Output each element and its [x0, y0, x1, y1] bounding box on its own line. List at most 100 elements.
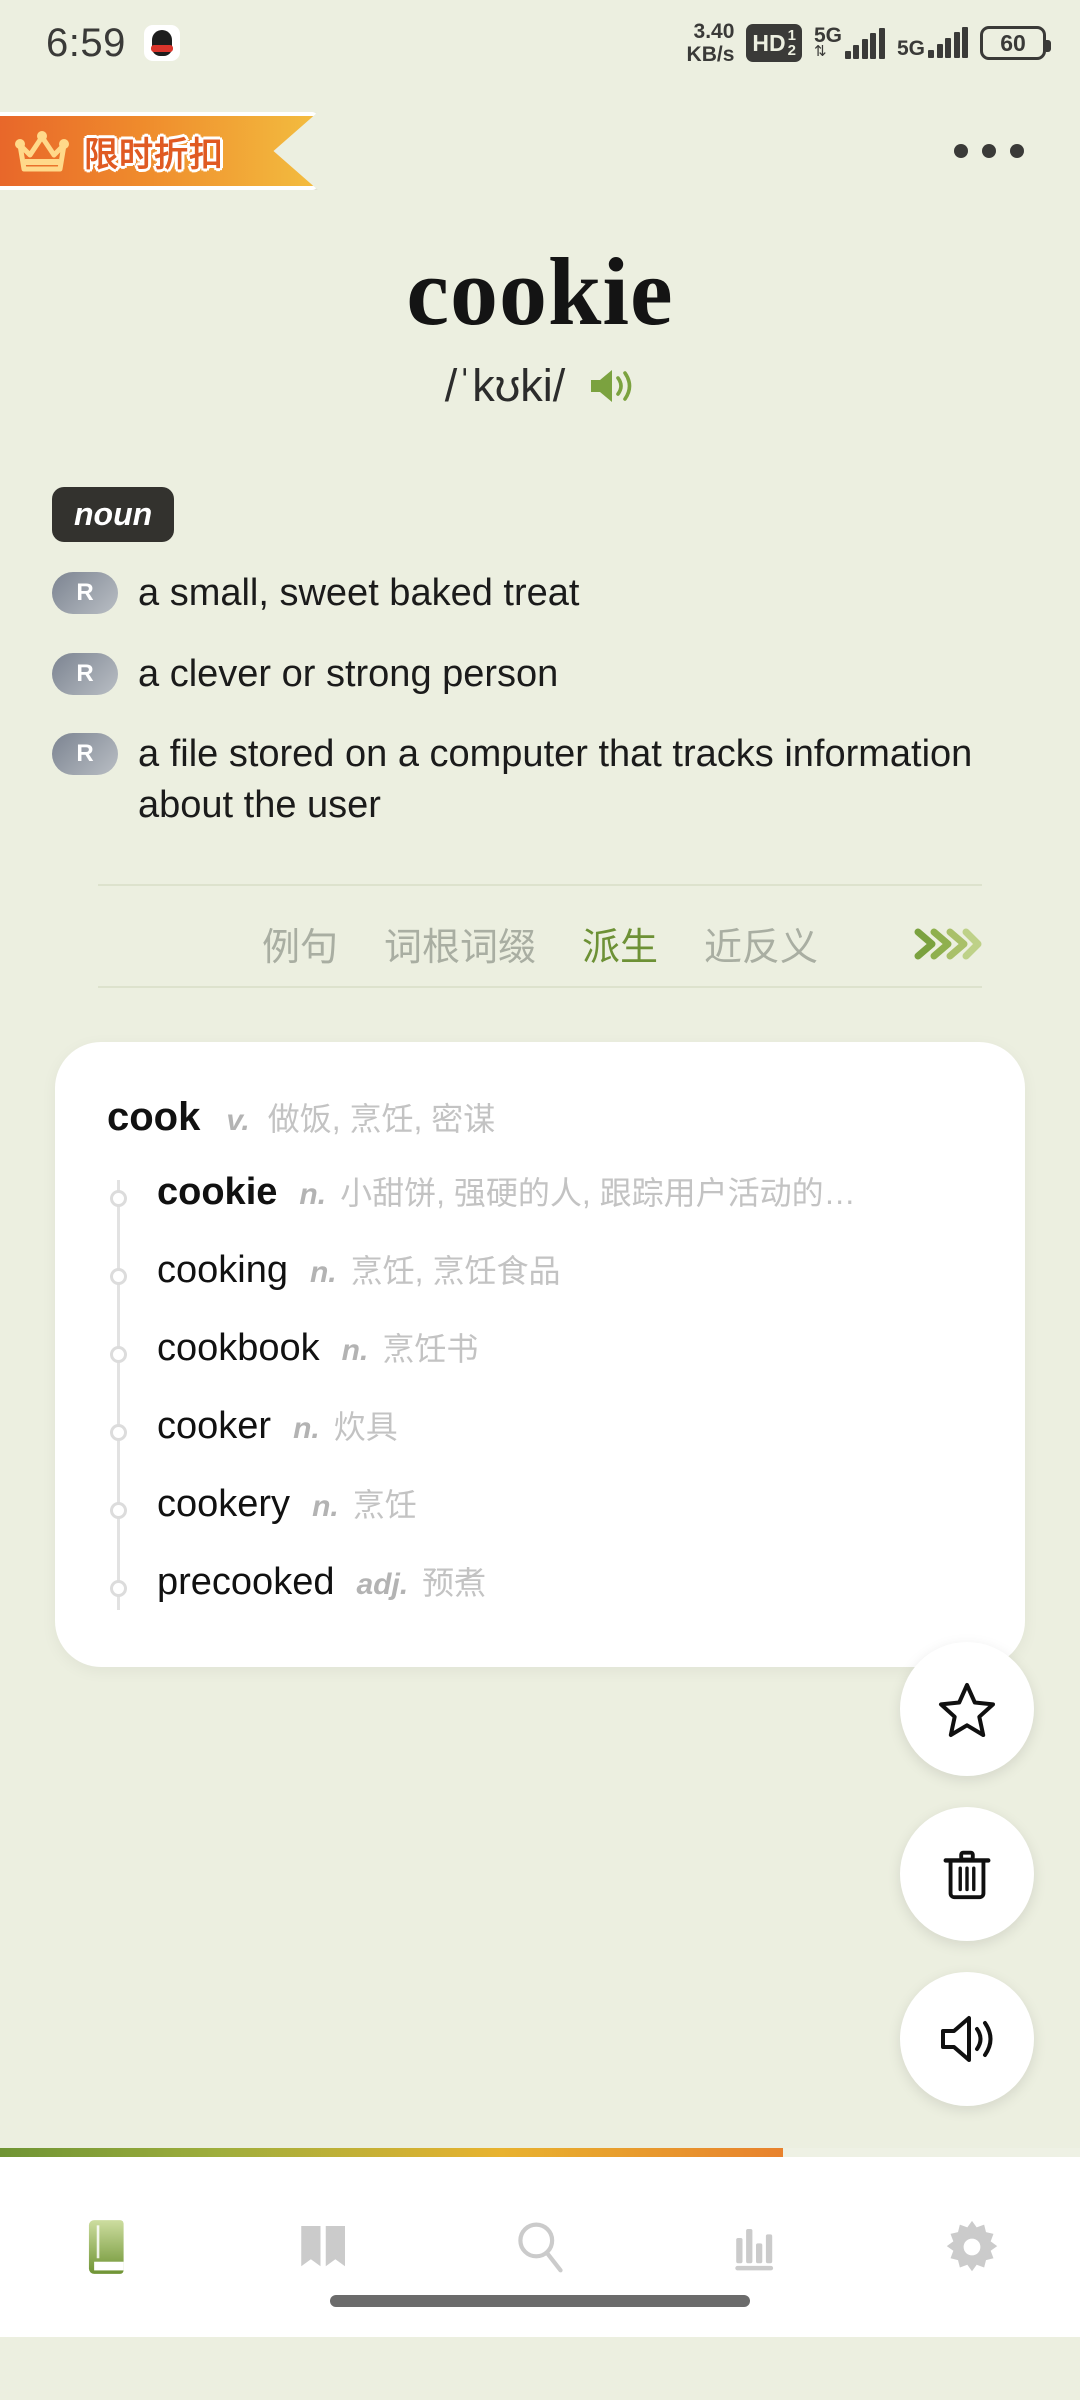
- status-bar-right: 3.40 KB/s HD 1 2 5G ⇅ 5G 60: [687, 20, 1051, 66]
- trash-icon: [943, 1850, 991, 1900]
- favorite-button[interactable]: [900, 1642, 1034, 1776]
- timeline-dot-icon: [110, 1424, 127, 1441]
- nav-reading[interactable]: [254, 2187, 394, 2307]
- pronounce-button[interactable]: [900, 1972, 1034, 2106]
- timeline-dot-icon: [110, 1190, 127, 1207]
- tabs-top-divider: [98, 884, 982, 886]
- page-title: cookie: [406, 238, 674, 345]
- family-definition: 烹饪: [352, 1487, 417, 1523]
- green-book-icon: [88, 2220, 124, 2274]
- nav-statistics[interactable]: [686, 2187, 826, 2307]
- family-pos: n.: [299, 1178, 327, 1211]
- word-family-item[interactable]: cookie n. 小甜饼, 强硬的人, 跟踪用户活动的…: [110, 1168, 985, 1246]
- speaker-icon[interactable]: [587, 364, 635, 408]
- delete-button[interactable]: [900, 1807, 1034, 1941]
- family-pos: n.: [309, 1256, 337, 1289]
- more-horizontal-icon[interactable]: [940, 130, 1038, 172]
- family-word: precooked: [157, 1561, 335, 1603]
- timeline-dot-icon: [110, 1580, 127, 1597]
- family-word: cookbook: [157, 1327, 320, 1369]
- phonetic-row: /ˈkʊki/: [0, 360, 1080, 412]
- nav-search[interactable]: [470, 2187, 610, 2307]
- open-book-icon: [301, 2226, 345, 2267]
- gear-icon: [946, 2220, 998, 2272]
- status-bar-left: 6:59: [46, 21, 180, 66]
- battery-percent: 60: [1000, 29, 1026, 56]
- hd-sim-bottom: 2: [787, 42, 796, 59]
- family-definition: 烹饪, 烹饪食品: [350, 1253, 561, 1289]
- hd-voice-icon: HD 1 2: [746, 24, 802, 62]
- family-definition: 炊具: [333, 1409, 398, 1445]
- word-family-item[interactable]: precooked adj. 预煮: [110, 1558, 985, 1636]
- network-speed: 3.40 KB/s: [687, 20, 735, 66]
- family-definition: 预煮: [422, 1565, 487, 1601]
- family-pos: n.: [341, 1334, 369, 1367]
- definition-item[interactable]: R a file stored on a computer that track…: [52, 729, 1012, 830]
- rank-badge: R: [52, 652, 118, 695]
- battery-icon: 60: [980, 26, 1051, 60]
- tab-bar: 例句 词根词缀 派生 近反义: [98, 900, 982, 986]
- nav-wordbook[interactable]: [38, 2187, 178, 2307]
- network-speed-value: 3.40: [693, 20, 735, 43]
- definition-text: a clever or strong person: [138, 652, 559, 695]
- network-speed-unit: KB/s: [686, 43, 735, 66]
- family-pos: adj.: [356, 1568, 409, 1601]
- status-time: 6:59: [46, 20, 126, 65]
- hd-sim-top: 1: [787, 27, 796, 44]
- family-pos: n.: [293, 1412, 320, 1445]
- sim2-signal-icon: 5G: [896, 27, 968, 60]
- tabs-bottom-divider: [98, 986, 982, 988]
- root-word: cook: [107, 1095, 201, 1139]
- tab-example-sentences[interactable]: 例句: [262, 916, 338, 971]
- rank-badge: R: [52, 733, 118, 776]
- family-word: cookery: [157, 1483, 291, 1525]
- word-family-item[interactable]: cookbook n. 烹饪书: [110, 1324, 985, 1402]
- nav-settings[interactable]: [902, 2187, 1042, 2307]
- bottom-navigation: [0, 2157, 1080, 2337]
- bar-chart-icon: [735, 2229, 774, 2271]
- speaker-icon: [941, 2016, 993, 2062]
- data-transfer-icon: ⇅: [813, 43, 827, 60]
- tab-roots-affixes[interactable]: 词根词缀: [384, 916, 536, 971]
- timeline-dot-icon: [110, 1502, 127, 1519]
- promo-label: 限时折扣: [84, 135, 224, 174]
- home-indicator[interactable]: [330, 2295, 750, 2307]
- promo-banner[interactable]: 限时折扣: [0, 112, 318, 190]
- word-family-item[interactable]: cooking n. 烹饪, 烹饪食品: [110, 1246, 985, 1324]
- study-progress-bar: [0, 2148, 1080, 2157]
- family-definition: 烹饪书: [382, 1331, 479, 1367]
- timeline-dot-icon: [110, 1346, 127, 1363]
- definition-item[interactable]: R a small, sweet baked treat: [52, 568, 1012, 619]
- phonetic-text: /ˈkʊki/: [444, 360, 566, 411]
- sim2-network-label: 5G: [896, 37, 925, 60]
- definition-list: R a small, sweet baked treat R a clever …: [52, 568, 1012, 860]
- tab-synonyms-antonyms[interactable]: 近反义: [704, 916, 818, 971]
- root-definition: 做饭, 烹饪, 密谋: [267, 1101, 496, 1137]
- definition-text: a file stored on a computer that tracks …: [138, 733, 973, 826]
- double-chevron-right-icon[interactable]: [912, 924, 982, 964]
- definition-item[interactable]: R a clever or strong person: [52, 649, 1012, 700]
- rank-badge: R: [52, 572, 118, 614]
- timeline-connector: [117, 1180, 120, 1610]
- status-bar: 6:59 3.40 KB/s HD 1 2 5G ⇅ 5G 60: [0, 0, 1080, 86]
- family-word: cooker: [157, 1405, 272, 1447]
- hd-label: HD: [752, 29, 786, 56]
- crown-icon: [14, 129, 70, 173]
- study-progress-fill: [0, 2148, 783, 2157]
- word-family-item[interactable]: cookery n. 烹饪: [110, 1480, 985, 1558]
- word-family-root[interactable]: cook v. 做饭, 烹饪, 密谋: [101, 1094, 985, 1140]
- family-definition: 小甜饼, 强硬的人, 跟踪用户活动的…: [340, 1175, 856, 1211]
- definition-text: a small, sweet baked treat: [138, 572, 580, 614]
- qq-penguin-icon: [143, 25, 180, 61]
- word-family-card: cook v. 做饭, 烹饪, 密谋 cookie n. 小甜饼, 强硬的人, …: [55, 1042, 1025, 1667]
- family-word: cookie: [157, 1171, 278, 1213]
- word-family-item[interactable]: cooker n. 炊具: [110, 1402, 985, 1480]
- search-icon: [518, 2222, 563, 2273]
- star-icon: [939, 1683, 995, 1737]
- family-pos: n.: [312, 1490, 339, 1523]
- word-family-list: cookie n. 小甜饼, 强硬的人, 跟踪用户活动的… cooking n.…: [101, 1168, 985, 1636]
- sim1-signal-icon: 5G ⇅: [813, 25, 885, 60]
- tab-derivatives[interactable]: 派生: [582, 916, 658, 971]
- family-word: cooking: [157, 1249, 288, 1291]
- part-of-speech-badge: noun: [52, 487, 175, 542]
